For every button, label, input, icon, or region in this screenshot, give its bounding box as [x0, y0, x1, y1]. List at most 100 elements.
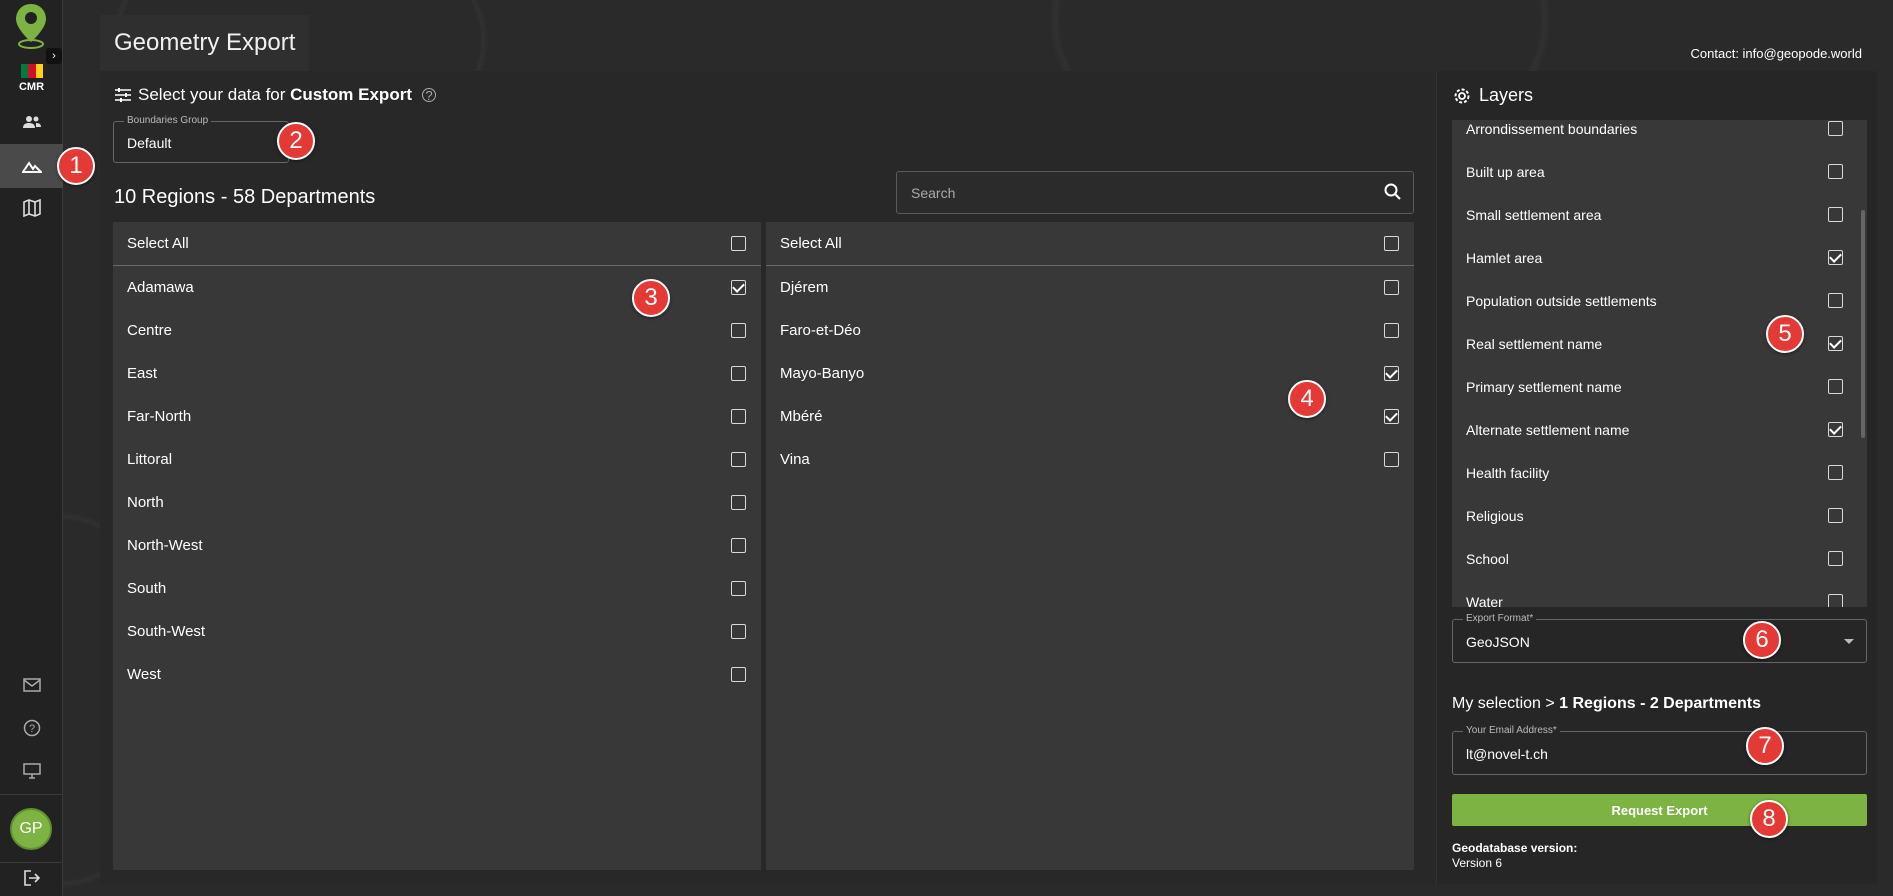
- checkbox[interactable]: [731, 366, 746, 381]
- checkbox[interactable]: [1828, 594, 1843, 607]
- region-row[interactable]: North-West: [113, 524, 761, 567]
- layer-row[interactable]: Population outside settlements: [1452, 279, 1857, 322]
- department-row-label: Faro-et-Déo: [780, 322, 861, 339]
- heading-text: Select your data for: [138, 85, 291, 104]
- checkbox[interactable]: [731, 667, 746, 682]
- layers-list[interactable]: Arrondissement boundaries Built up area Sm…: [1452, 120, 1867, 607]
- email-value[interactable]: lt@novel-t.ch: [1466, 746, 1548, 762]
- request-export-button[interactable]: Request Export: [1452, 794, 1867, 826]
- departments-select-all[interactable]: Select All: [766, 222, 1414, 266]
- cameroon-flag-icon[interactable]: [21, 64, 43, 78]
- layer-row[interactable]: Religious: [1452, 494, 1857, 537]
- logout-icon[interactable]: [0, 860, 63, 896]
- email-label: Your Email Address*: [1463, 725, 1560, 736]
- department-row[interactable]: Djérem: [766, 266, 1414, 309]
- region-row[interactable]: South: [113, 567, 761, 610]
- sidebar-divider: [0, 794, 63, 795]
- checkbox[interactable]: [1828, 551, 1843, 566]
- country-code[interactable]: CMR: [0, 81, 63, 93]
- my-selection: My selection > 1 Regions - 2 Departments: [1452, 695, 1761, 713]
- checkbox[interactable]: [1384, 409, 1399, 424]
- checkbox[interactable]: [731, 581, 746, 596]
- checkbox[interactable]: [731, 323, 746, 338]
- export-format-select[interactable]: Export Format* GeoJSON: [1452, 613, 1867, 663]
- checkbox[interactable]: [1828, 121, 1843, 136]
- region-row[interactable]: South-West: [113, 610, 761, 653]
- layers-scrollbar[interactable]: [1861, 210, 1865, 438]
- select-all-checkbox[interactable]: [1384, 236, 1399, 251]
- checkbox[interactable]: [731, 624, 746, 639]
- people-icon[interactable]: [0, 100, 63, 144]
- layer-row[interactable]: Primary settlement name: [1452, 365, 1857, 408]
- checkbox[interactable]: [1384, 366, 1399, 381]
- checkbox[interactable]: [1828, 379, 1843, 394]
- dropdown-arrow-icon[interactable]: [1844, 639, 1854, 644]
- checkbox[interactable]: [1384, 280, 1399, 295]
- region-row-label: Far-North: [127, 408, 192, 425]
- checkbox[interactable]: [1384, 323, 1399, 338]
- layer-row[interactable]: Arrondissement boundaries: [1452, 120, 1857, 150]
- mail-icon[interactable]: [0, 663, 63, 707]
- map-icon[interactable]: [0, 186, 63, 230]
- callout-marker: 6: [1743, 621, 1781, 659]
- monitor-icon[interactable]: [0, 749, 63, 793]
- checkbox[interactable]: [731, 452, 746, 467]
- boundaries-group-value: Default: [127, 135, 172, 151]
- gear-icon: [1454, 88, 1470, 103]
- email-field[interactable]: Your Email Address* lt@novel-t.ch: [1452, 725, 1867, 775]
- search-field[interactable]: [896, 171, 1414, 214]
- layer-row[interactable]: Health facility: [1452, 451, 1857, 494]
- layer-row[interactable]: School: [1452, 537, 1857, 580]
- avatar[interactable]: GP: [10, 808, 52, 850]
- checkbox[interactable]: [731, 538, 746, 553]
- region-row[interactable]: West: [113, 653, 761, 696]
- region-row[interactable]: Centre: [113, 309, 761, 352]
- callout-marker: 7: [1746, 727, 1784, 765]
- search-icon[interactable]: [1383, 182, 1403, 207]
- layer-row[interactable]: Water: [1452, 580, 1857, 607]
- geopode-logo-icon: [12, 2, 50, 50]
- checkbox[interactable]: [1828, 207, 1843, 222]
- region-row[interactable]: East: [113, 352, 761, 395]
- layer-row-label: Real settlement name: [1466, 335, 1603, 352]
- checkbox[interactable]: [1828, 250, 1843, 265]
- checkbox[interactable]: [1828, 336, 1843, 351]
- layer-row[interactable]: Small settlement area: [1452, 193, 1857, 236]
- department-row[interactable]: Vina: [766, 438, 1414, 481]
- checkbox[interactable]: [1828, 422, 1843, 437]
- layer-row[interactable]: Built up area: [1452, 150, 1857, 193]
- region-row[interactable]: Littoral: [113, 438, 761, 481]
- region-row[interactable]: Far-North: [113, 395, 761, 438]
- terrain-icon[interactable]: [0, 144, 63, 188]
- help-icon[interactable]: ?: [0, 706, 63, 750]
- region-row-label: South: [127, 580, 167, 597]
- checkbox[interactable]: [731, 495, 746, 510]
- checkbox[interactable]: [1828, 293, 1843, 308]
- checkbox[interactable]: [1828, 508, 1843, 523]
- regions-list: Select All Adamawa Centre East Far-North Lit…: [113, 222, 761, 870]
- department-row[interactable]: Faro-et-Déo: [766, 309, 1414, 352]
- contact-link[interactable]: Contact: info@geopode.world: [1691, 46, 1862, 61]
- layer-row[interactable]: Alternate settlement name: [1452, 408, 1857, 451]
- checkbox[interactable]: [1828, 164, 1843, 179]
- help-icon[interactable]: ?: [421, 88, 436, 103]
- boundaries-group-select[interactable]: Boundaries Group Default: [113, 115, 289, 163]
- layer-row-label: Health facility: [1466, 464, 1550, 481]
- select-all-checkbox[interactable]: [731, 236, 746, 251]
- layer-row-label: Religious: [1466, 507, 1524, 524]
- department-row-label: Vina: [780, 451, 810, 468]
- layer-row-label: Water: [1466, 593, 1503, 608]
- export-format-value: GeoJSON: [1466, 634, 1530, 650]
- checkbox[interactable]: [731, 280, 746, 295]
- search-input[interactable]: [897, 172, 1367, 213]
- checkbox[interactable]: [731, 409, 746, 424]
- layer-row-label: Built up area: [1466, 163, 1545, 180]
- region-row[interactable]: North: [113, 481, 761, 524]
- layer-row[interactable]: Hamlet area: [1452, 236, 1857, 279]
- checkbox[interactable]: [1384, 452, 1399, 467]
- tune-icon: [115, 88, 131, 102]
- checkbox[interactable]: [1828, 465, 1843, 480]
- layer-row-label: Hamlet area: [1466, 249, 1543, 266]
- chevron-right-icon[interactable]: ›: [46, 48, 62, 64]
- regions-select-all[interactable]: Select All: [113, 222, 761, 266]
